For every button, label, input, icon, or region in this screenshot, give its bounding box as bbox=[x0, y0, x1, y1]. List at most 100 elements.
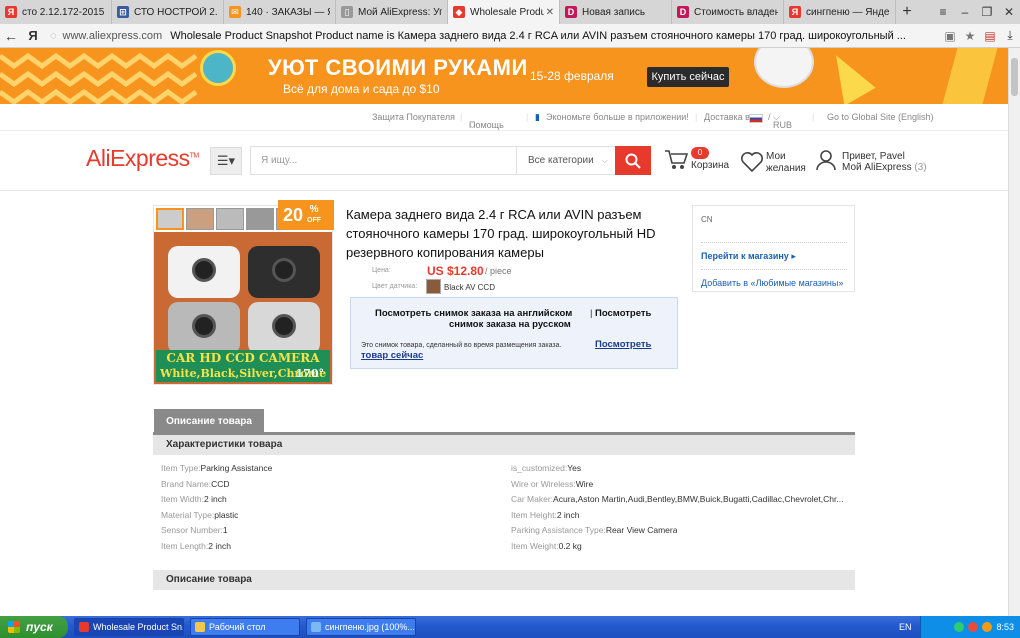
aliexpress-icon: ◆ bbox=[453, 6, 465, 18]
browser-tab[interactable]: Ясингпеню — Яндекс bbox=[784, 0, 896, 24]
spec-key: Brand Name: bbox=[161, 478, 212, 489]
browser-tab[interactable]: D Стоимость владени bbox=[672, 0, 784, 24]
system-tray: EN 8:53 bbox=[899, 616, 1020, 638]
spec-value: plastic bbox=[214, 509, 239, 520]
thumbnail[interactable] bbox=[186, 208, 214, 230]
browser-tab[interactable]: D Новая запись bbox=[560, 0, 672, 24]
new-tab-button[interactable]: + bbox=[896, 0, 918, 24]
spec-key: Parking Assistance Type: bbox=[511, 525, 606, 536]
windows-taskbar: пуск Wholesale Product Sn... Рабочий стол… bbox=[0, 616, 1020, 638]
app-promo-link[interactable]: Экономьте больше в приложении! bbox=[546, 112, 689, 122]
browser-tab[interactable]: ✉ 140 · ЗАКАЗЫ — Янд bbox=[224, 0, 336, 24]
product-image[interactable]: CAR HD CCD CAMERA White,Black,Silver,Chr… bbox=[154, 232, 332, 384]
aliexpress-logo[interactable]: AliExpressTM bbox=[86, 145, 199, 172]
search-button[interactable] bbox=[615, 146, 651, 175]
store-panel: CN Перейти к магазину ▸ Добавить в «Люби… bbox=[692, 205, 855, 292]
spec-row: Item Type:Parking Assistance bbox=[161, 463, 272, 473]
my-aliexpress-link[interactable]: Мой AliExpress (3) bbox=[842, 162, 927, 173]
spec-row: Car Maker:Acura,Aston Martin,Audi,Bentle… bbox=[511, 494, 843, 504]
heart-icon[interactable] bbox=[740, 151, 764, 173]
image-caption-angle: 170° bbox=[295, 367, 324, 380]
currency-select[interactable]: / RUB ⌵ bbox=[768, 112, 792, 130]
close-tab-icon[interactable]: ✕ bbox=[546, 7, 554, 18]
yandex-icon: Я bbox=[5, 6, 17, 18]
browser-tab[interactable]: ◆ Wholesale Product✕ bbox=[448, 0, 560, 24]
restore-icon[interactable]: ❐ bbox=[976, 5, 998, 19]
category-select[interactable]: Все категории ⌵ bbox=[516, 146, 616, 175]
image-caption-line2: White,Black,Silver,Chrome 170° bbox=[156, 366, 330, 382]
start-button[interactable]: пуск bbox=[0, 616, 68, 638]
add-favorite-store-link[interactable]: Добавить в «Любимые магазины» bbox=[701, 278, 843, 288]
download-icon[interactable]: ⤓ bbox=[1000, 28, 1020, 43]
promo-banner[interactable]: УЮТ СВОИМИ РУКАМИ Всё для дома и сада до… bbox=[0, 48, 1008, 104]
back-arrow-icon[interactable]: ← bbox=[0, 28, 22, 44]
thumbnail[interactable] bbox=[156, 208, 184, 230]
global-site-link[interactable]: Go to Global Site (English) bbox=[827, 112, 934, 122]
minimize-icon[interactable]: – bbox=[954, 5, 976, 19]
browser-tab-label: сингпеню — Яндекс bbox=[806, 6, 890, 18]
menu-icon[interactable]: ≡ bbox=[932, 5, 954, 19]
view-snapshot-english-link[interactable]: Посмотреть снимок заказа на английском bbox=[375, 308, 572, 319]
view-product-now-link[interactable]: Посмотреть товар сейчас bbox=[361, 339, 671, 361]
scrollbar-thumb[interactable] bbox=[1011, 58, 1018, 96]
taskbar-button[interactable]: Рабочий стол bbox=[190, 618, 300, 636]
price-unit: / piece bbox=[485, 266, 512, 276]
go-to-store-link[interactable]: Перейти к магазину ▸ bbox=[701, 251, 796, 262]
browser-tab-bar: Ясто 2.12.172-2015 — ⊞ СТО НОСТРОЙ 2.12. ✉ 1… bbox=[0, 0, 1020, 24]
flag-decoration bbox=[942, 48, 998, 104]
divider: | bbox=[460, 112, 463, 122]
price-label: Цена: bbox=[372, 267, 391, 274]
go-to-store-label: Перейти к магазину bbox=[701, 251, 789, 261]
view-product-now-b: товар сейчас bbox=[361, 350, 424, 361]
cart-link[interactable]: Корзина bbox=[691, 160, 729, 171]
d-icon: D bbox=[677, 6, 689, 18]
network-icon[interactable] bbox=[968, 622, 979, 632]
page-scrollbar[interactable] bbox=[1008, 48, 1020, 616]
spec-row: is_customized:Yes bbox=[511, 463, 581, 473]
logo-text: AliExpress bbox=[86, 145, 190, 171]
extension-icon[interactable]: ▤ bbox=[980, 29, 1000, 43]
divider: | bbox=[590, 308, 593, 319]
bookmark-star-icon[interactable]: ★ bbox=[960, 29, 980, 43]
yandex-logo-icon[interactable]: Я bbox=[22, 28, 44, 43]
browser-tab[interactable]: Ясто 2.12.172-2015 — bbox=[0, 0, 112, 24]
antivirus-icon[interactable] bbox=[954, 622, 965, 632]
discount-off: OFF bbox=[307, 216, 322, 224]
price-value: US $12.80 bbox=[427, 264, 484, 278]
volume-icon[interactable] bbox=[982, 622, 993, 632]
hamburger-icon: ☰▾ bbox=[216, 153, 236, 168]
tab-description[interactable]: Описание товара bbox=[154, 409, 264, 433]
view-snapshot-russian-link-a[interactable]: Посмотреть bbox=[595, 308, 651, 319]
url-field[interactable]: ◌ www.aliexpress.com Wholesale Product S… bbox=[50, 27, 934, 45]
spec-value: CCD bbox=[211, 478, 230, 489]
thumbnail[interactable] bbox=[246, 208, 274, 230]
close-window-icon[interactable]: ✕ bbox=[998, 5, 1020, 19]
reader-icon[interactable]: ▣ bbox=[940, 29, 960, 43]
chevron-right-icon: ▸ bbox=[791, 251, 796, 261]
category-menu-button[interactable]: ☰▾ bbox=[210, 147, 242, 175]
taskbar-button[interactable]: сингпеню.jpg (100%... bbox=[306, 618, 416, 636]
taskbar-button[interactable]: Wholesale Product Sn... bbox=[74, 618, 184, 636]
user-icon[interactable] bbox=[816, 149, 836, 171]
spec-value: 2 inch bbox=[556, 509, 580, 520]
buyer-protection-link[interactable]: Защита Покупателя bbox=[372, 112, 455, 122]
ship-to-label[interactable]: Доставка в bbox=[704, 112, 750, 122]
cart-count-badge: 0 bbox=[691, 147, 709, 159]
view-snapshot-russian-link-b[interactable]: снимок заказа на русском bbox=[449, 319, 571, 330]
wishlist-link[interactable]: Мои желания bbox=[766, 151, 812, 175]
cart-icon[interactable] bbox=[664, 149, 688, 171]
browser-tab[interactable]: ▯ Мой AliExpress: Упра bbox=[336, 0, 448, 24]
browser-tab[interactable]: ⊞ СТО НОСТРОЙ 2.12. bbox=[112, 0, 224, 24]
spec-row: Item Width:2 inch bbox=[161, 494, 227, 504]
product-gallery[interactable]: CAR HD CCD CAMERA White,Black,Silver,Chr… bbox=[153, 205, 333, 385]
thumbnail[interactable] bbox=[216, 208, 244, 230]
language-indicator[interactable]: EN bbox=[899, 622, 912, 632]
page-icon: ▯ bbox=[341, 6, 353, 18]
store-country: CN bbox=[701, 215, 713, 224]
site-info-icon[interactable]: ◌ bbox=[50, 30, 57, 42]
buy-now-button[interactable]: Купить сейчас bbox=[647, 67, 729, 87]
app-icon bbox=[311, 622, 321, 632]
spec-value: Yes bbox=[567, 463, 582, 473]
color-swatch[interactable] bbox=[426, 279, 441, 294]
search-input[interactable]: Я ищу... bbox=[250, 146, 516, 175]
